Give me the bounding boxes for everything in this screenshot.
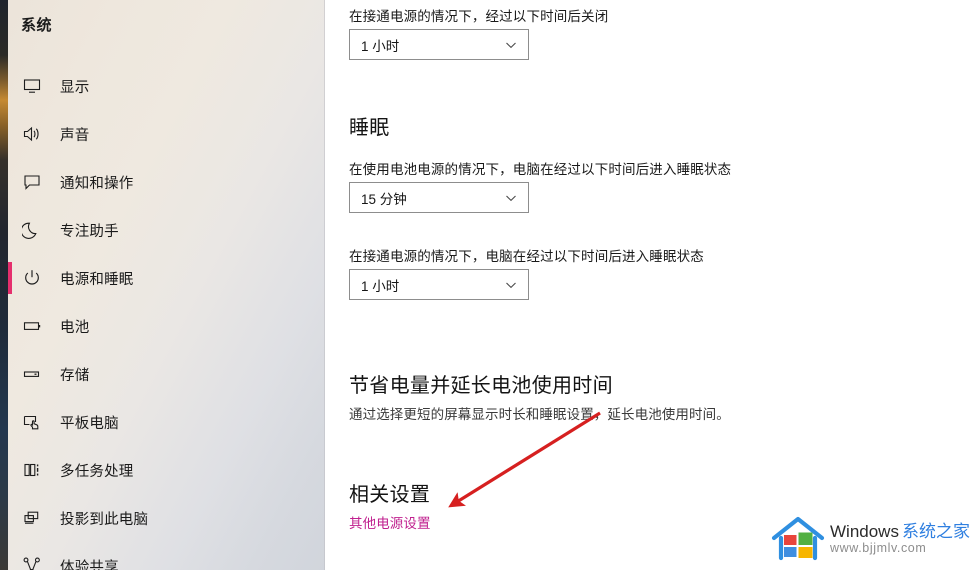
settings-window: 系统 显示 声音 通知和操作 专注助手 电源和睡眠 电池 存储 平板电脑 多任务…: [0, 0, 970, 570]
sidebar-item-storage[interactable]: 存储: [8, 350, 325, 398]
sidebar-item-label: 平板电脑: [60, 415, 119, 432]
sidebar-nav-list: 显示 声音 通知和操作 专注助手 电源和睡眠 电池 存储 平板电脑 多任务处理 …: [8, 62, 325, 570]
battery-icon: [22, 312, 54, 340]
sleep-plugged-label: 在接通电源的情况下，电脑在经过以下时间后进入睡眠状态: [349, 249, 704, 264]
sidebar-item-projecting-to-this-pc[interactable]: 投影到此电脑: [8, 494, 325, 542]
sidebar-item-battery[interactable]: 电池: [8, 302, 325, 350]
sidebar-item-focus-assist[interactable]: 专注助手: [8, 206, 325, 254]
sidebar-item-power-and-sleep[interactable]: 电源和睡眠: [8, 254, 325, 302]
sidebar-item-display[interactable]: 显示: [8, 62, 325, 110]
sidebar-item-label: 电池: [60, 319, 90, 336]
dropdown-value: 1 小时: [361, 38, 400, 54]
sidebar-item-sound[interactable]: 声音: [8, 110, 325, 158]
save-power-description: 通过选择更短的屏幕显示时长和睡眠设置，延长电池使用时间。: [349, 407, 730, 422]
sidebar-item-label: 存储: [60, 367, 90, 384]
settings-sidebar: 系统 显示 声音 通知和操作 专注助手 电源和睡眠 电池 存储 平板电脑 多任务…: [8, 0, 325, 570]
screen-plugged-dropdown[interactable]: 1 小时: [349, 29, 529, 60]
sidebar-item-notifications[interactable]: 通知和操作: [8, 158, 325, 206]
desktop-wallpaper-edge: [0, 0, 8, 570]
speaker-icon: [22, 120, 54, 148]
tablet-icon: [22, 408, 54, 436]
share-icon: [22, 552, 54, 570]
sidebar-item-label: 通知和操作: [60, 175, 134, 192]
sleep-battery-label: 在使用电池电源的情况下，电脑在经过以下时间后进入睡眠状态: [349, 162, 732, 177]
sidebar-item-label: 电源和睡眠: [60, 271, 134, 288]
related-settings-heading: 相关设置: [349, 484, 431, 506]
chevron-down-icon: [504, 191, 518, 205]
sidebar-item-multitasking[interactable]: 多任务处理: [8, 446, 325, 494]
watermark-url: www.bjjmlv.com: [830, 541, 927, 556]
sidebar-item-label: 投影到此电脑: [60, 511, 149, 528]
sidebar-item-label: 体验共享: [60, 559, 119, 570]
sidebar-item-label: 专注助手: [60, 223, 119, 240]
chevron-down-icon: [504, 38, 518, 52]
notification-icon: [22, 168, 54, 196]
moon-icon: [22, 216, 54, 244]
watermark-brand-line: Windows 系统之家: [830, 521, 970, 541]
power-icon: [22, 264, 54, 292]
dropdown-value: 15 分钟: [361, 191, 407, 207]
multitask-icon: [22, 456, 54, 484]
sleep-battery-dropdown[interactable]: 15 分钟: [349, 182, 529, 213]
sidebar-item-label: 多任务处理: [60, 463, 134, 480]
watermark-brand-cn: 系统之家: [901, 521, 970, 541]
storage-icon: [22, 360, 54, 388]
other-power-settings-link[interactable]: 其他电源设置: [349, 512, 431, 532]
project-icon: [22, 504, 54, 532]
watermark-text: Windows 系统之家 www.bjjmlv.com: [830, 521, 970, 556]
settings-content-pane: 在接通电源的情况下，经过以下时间后关闭 1 小时 睡眠 在使用电池电源的情况下，…: [325, 0, 970, 570]
watermark-brand: Windows: [830, 521, 899, 541]
selection-indicator: [8, 262, 12, 294]
sleep-section-heading: 睡眠: [349, 117, 390, 139]
house-windows-logo-icon: [771, 516, 825, 561]
sidebar-title: 系统: [21, 17, 53, 34]
save-power-section-heading: 节省电量并延长电池使用时间: [349, 375, 613, 397]
sidebar-item-tablet[interactable]: 平板电脑: [8, 398, 325, 446]
dropdown-value: 1 小时: [361, 278, 400, 294]
screen-plugged-label: 在接通电源的情况下，经过以下时间后关闭: [349, 9, 609, 24]
site-watermark: Windows 系统之家 www.bjjmlv.com: [770, 512, 970, 566]
monitor-icon: [22, 72, 54, 100]
sidebar-item-shared-experiences[interactable]: 体验共享: [8, 542, 325, 570]
sleep-plugged-dropdown[interactable]: 1 小时: [349, 269, 529, 300]
chevron-down-icon: [504, 278, 518, 292]
sidebar-item-label: 声音: [60, 127, 90, 144]
sidebar-item-label: 显示: [60, 79, 90, 96]
